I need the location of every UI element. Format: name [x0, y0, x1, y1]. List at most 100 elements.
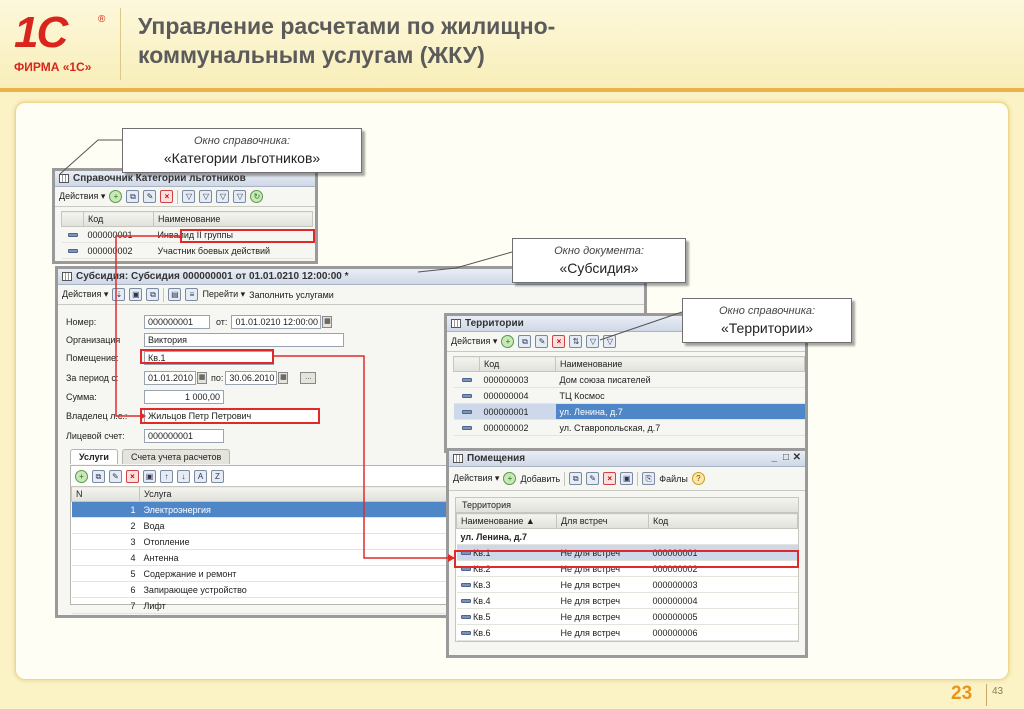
table-row[interactable]: Кв.6 Не для встреч 000000006: [456, 624, 798, 641]
element-icon: [460, 631, 471, 636]
table-row[interactable]: 2 Вода: [71, 517, 449, 534]
filter-set-icon[interactable]: ▽: [603, 335, 617, 348]
actions-menu[interactable]: Действия ▾: [451, 336, 497, 347]
tab-accounts[interactable]: Счета учета расчетов: [121, 449, 231, 464]
post-icon[interactable]: ⇣: [112, 288, 126, 301]
copy-icon[interactable]: ⧉: [92, 469, 105, 483]
copy-icon[interactable]: ⧉: [518, 335, 532, 348]
fill-services-button[interactable]: Заполнить услугами: [249, 290, 334, 300]
maximize-icon[interactable]: □: [783, 452, 789, 463]
table-row[interactable]: 1 Электроэнергия: [71, 501, 449, 518]
attachment-icon[interactable]: ⎘: [642, 472, 656, 485]
help-icon[interactable]: ?: [691, 472, 705, 485]
group-row[interactable]: ул. Ленина, д.7: [456, 528, 798, 545]
column-header-name[interactable]: Наименование: [555, 356, 805, 372]
calendar-icon[interactable]: ▦: [322, 316, 333, 328]
add-icon[interactable]: +: [503, 472, 517, 485]
sum-field[interactable]: 1 000,00: [144, 390, 224, 404]
cell-service: Антенна: [139, 549, 449, 566]
calendar-icon[interactable]: ▦: [197, 372, 207, 384]
account-row: Лицевой счет: 000000001: [66, 429, 224, 443]
close-icon[interactable]: ✕: [793, 452, 801, 463]
slide-title: Управление расчетами по жилищно- коммуна…: [138, 12, 555, 70]
add-icon[interactable]: +: [501, 335, 515, 348]
filter-icon[interactable]: ▽: [182, 190, 196, 203]
table-row[interactable]: 000000002 Участник боевых действий: [61, 242, 313, 259]
page-total: 43: [992, 686, 1004, 697]
edit-icon[interactable]: ✎: [586, 472, 600, 485]
filter-set-icon[interactable]: ▽: [199, 190, 213, 203]
refresh-icon[interactable]: ↻: [250, 190, 264, 203]
save-icon[interactable]: ▣: [620, 472, 634, 485]
edit-icon[interactable]: ✎: [143, 190, 157, 203]
filter-off-icon[interactable]: ▽: [233, 190, 247, 203]
column-header-code[interactable]: Код: [648, 513, 798, 529]
actions-menu[interactable]: Действия ▾: [453, 473, 499, 484]
column-header-name[interactable]: Наименование: [152, 211, 314, 227]
table-row[interactable]: Кв.3 Не для встреч 000000003: [456, 576, 798, 593]
copy-icon[interactable]: ⧉: [126, 190, 140, 203]
delete-icon[interactable]: ×: [160, 190, 174, 203]
filter-list-icon[interactable]: ▽: [216, 190, 230, 203]
delete-icon[interactable]: ×: [126, 469, 139, 483]
org-field[interactable]: Виктория: [144, 333, 344, 347]
sort-icon[interactable]: ⇅: [569, 335, 583, 348]
table-row[interactable]: 3 Отопление: [71, 533, 449, 550]
table-row[interactable]: 7 Лифт: [71, 597, 449, 614]
calendar-icon[interactable]: ▦: [278, 372, 289, 384]
delete-icon[interactable]: ×: [552, 335, 566, 348]
edit-icon[interactable]: ✎: [109, 469, 122, 483]
period-to-field[interactable]: 30.06.2010: [225, 371, 278, 385]
copy-icon[interactable]: ⧉: [569, 472, 583, 485]
table-row[interactable]: 000000001 ул. Ленина, д.7: [453, 403, 805, 420]
column-header-meet[interactable]: Для встреч: [556, 513, 649, 529]
filter-icon[interactable]: ▽: [586, 335, 600, 348]
delete-icon[interactable]: ×: [603, 472, 617, 485]
column-header-code[interactable]: Код: [83, 211, 154, 227]
add-icon[interactable]: +: [109, 190, 123, 203]
actions-menu[interactable]: Действия ▾: [59, 191, 105, 202]
table-row[interactable]: Кв.4 Не для встреч 000000004: [456, 592, 798, 609]
tab-services[interactable]: Услуги: [70, 449, 118, 464]
table-row[interactable]: 5 Содержание и ремонт: [71, 565, 449, 582]
add-button[interactable]: Добавить: [520, 474, 560, 484]
move-down-icon[interactable]: ↓: [177, 469, 190, 483]
window-categories-titlebar[interactable]: Справочник Категории льготников: [55, 171, 315, 187]
period-from-field[interactable]: 01.01.2010: [144, 371, 196, 385]
structure-icon[interactable]: ▤: [168, 288, 182, 301]
element-icon: [460, 615, 471, 620]
table-row[interactable]: 000000004 ТЦ Космос: [453, 387, 805, 404]
catalog-icon: [59, 174, 69, 183]
copy-icon[interactable]: ⧉: [146, 288, 160, 301]
table-row[interactable]: 000000003 Дом союза писателей: [453, 371, 805, 388]
table-row[interactable]: 000000002 ул. Ставропольская, д.7: [453, 419, 805, 436]
sort-asc-icon[interactable]: A: [194, 469, 207, 483]
move-up-icon[interactable]: ↑: [160, 469, 173, 483]
minimize-icon[interactable]: _: [771, 452, 777, 463]
end-edit-icon[interactable]: ▣: [143, 469, 156, 483]
table-row[interactable]: Кв.5 Не для встреч 000000005: [456, 608, 798, 625]
files-button[interactable]: Файлы: [659, 474, 688, 484]
account-field[interactable]: 000000001: [144, 429, 224, 443]
table-row[interactable]: 4 Антенна: [71, 549, 449, 566]
movements-icon[interactable]: ≡: [185, 288, 199, 301]
date-field[interactable]: 01.01.0210 12:00:00: [231, 315, 322, 329]
column-header-service[interactable]: Услуга: [139, 486, 449, 502]
column-header-n[interactable]: N: [71, 486, 140, 502]
edit-icon[interactable]: ✎: [535, 335, 549, 348]
table-row[interactable]: 6 Запирающее устройство: [71, 581, 449, 598]
goto-menu[interactable]: Перейти ▾: [202, 289, 245, 300]
group-row-label: ул. Ленина, д.7: [456, 528, 798, 545]
sort-desc-icon[interactable]: Z: [211, 469, 224, 483]
column-header-code[interactable]: Код: [479, 356, 556, 372]
cell-name: Участник боевых действий: [153, 242, 313, 259]
number-field[interactable]: 000000001: [144, 315, 210, 329]
cell-name: Кв.5: [473, 611, 491, 622]
column-header-name[interactable]: Наименование ▲: [456, 513, 557, 529]
add-icon[interactable]: +: [75, 469, 88, 483]
save-icon[interactable]: ▣: [129, 288, 143, 301]
actions-menu[interactable]: Действия ▾: [62, 289, 108, 300]
period-select-button[interactable]: …: [300, 372, 317, 384]
element-icon: [461, 426, 472, 431]
window-premises-titlebar[interactable]: Помещения _ □ ✕: [449, 451, 805, 467]
